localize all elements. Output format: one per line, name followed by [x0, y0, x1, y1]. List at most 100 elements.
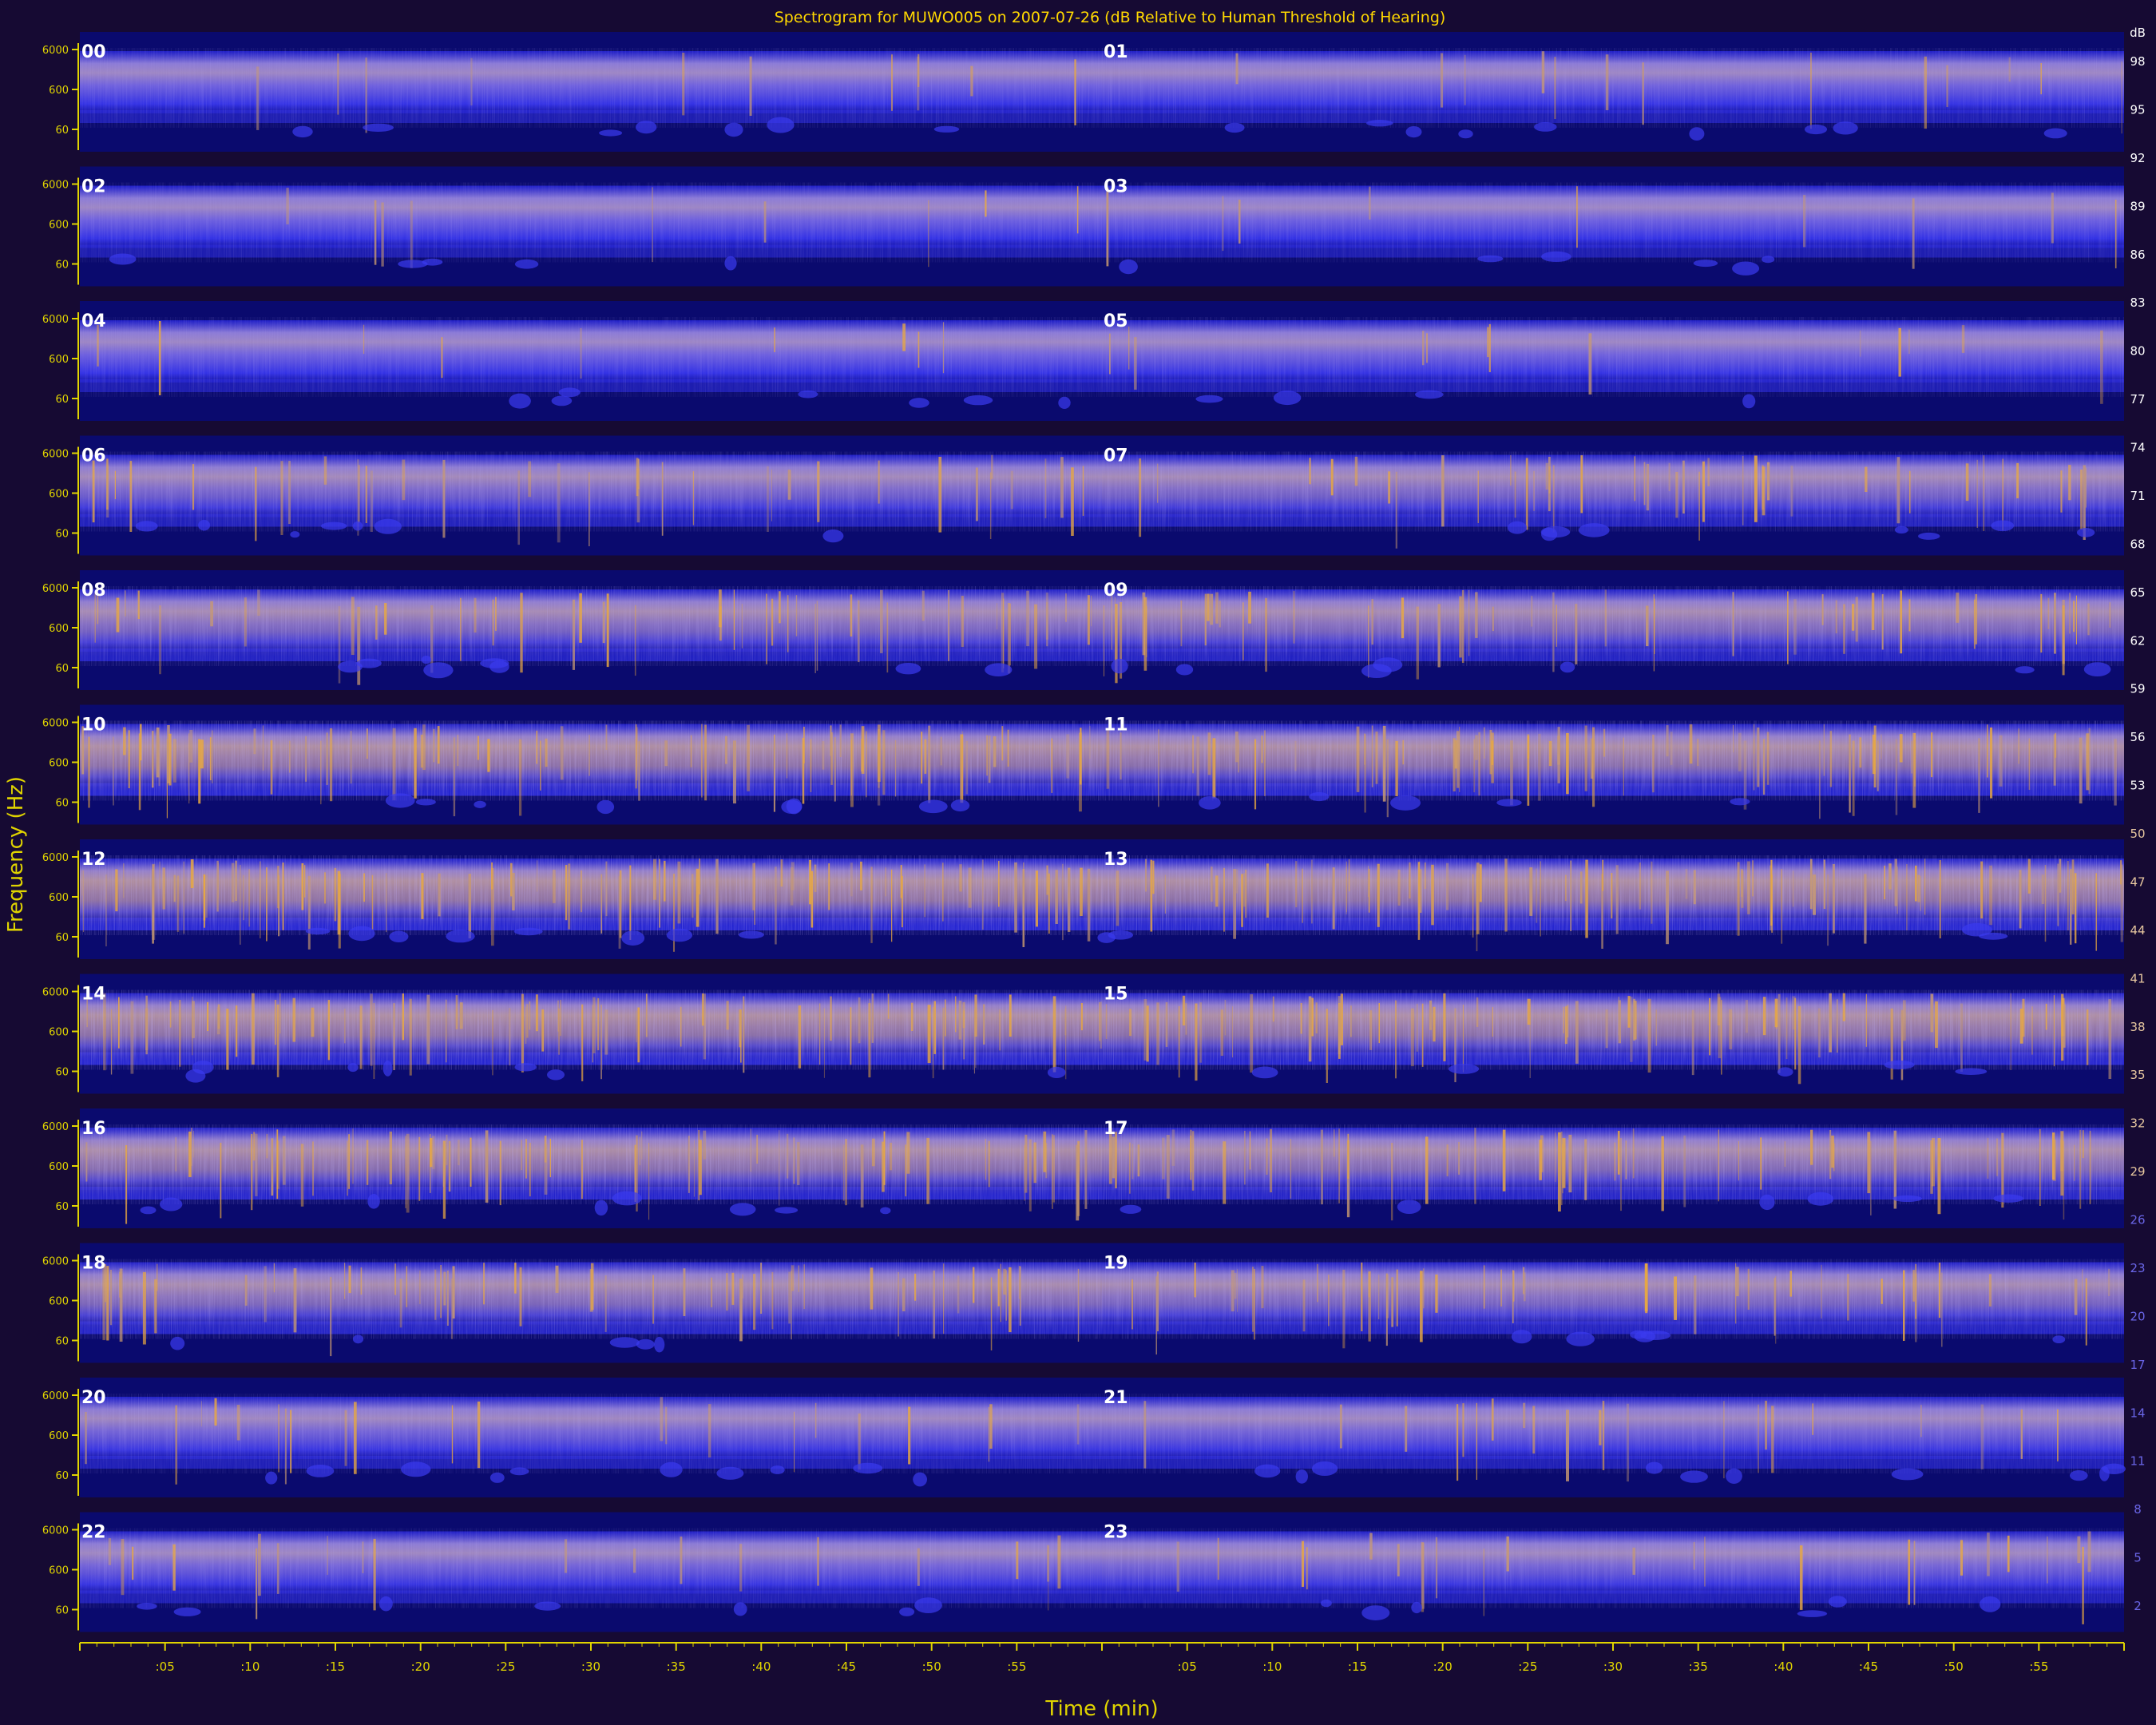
low-frequency-event — [421, 656, 432, 664]
activity-streak — [997, 1268, 1000, 1307]
activity-streak — [580, 327, 582, 379]
activity-streak — [1453, 738, 1456, 791]
activity-streak — [1139, 458, 1142, 537]
activity-streak — [1531, 596, 1533, 627]
activity-streak — [125, 590, 126, 617]
activity-streak — [352, 1128, 354, 1184]
activity-streak — [492, 599, 494, 646]
activity-streak — [817, 461, 820, 522]
low-frequency-event — [716, 1466, 744, 1480]
activity-streak — [525, 1139, 527, 1179]
activity-streak — [1332, 867, 1335, 930]
activity-streak — [1762, 466, 1766, 516]
activity-streak — [1311, 859, 1313, 924]
activity-streak — [1639, 862, 1641, 910]
activity-streak — [945, 999, 946, 1037]
activity-streak — [1194, 1263, 1196, 1298]
colorbar-ticks: 98 95 92 89 86 83 80 77 74 71 68 65 62 59 56 53 50 47 44 41… — [2130, 54, 2145, 1613]
activity-streak — [690, 735, 692, 767]
activity-streak — [183, 861, 185, 934]
activity-streak — [1697, 739, 1699, 766]
low-frequency-event — [401, 1461, 431, 1477]
activity-streak — [1603, 728, 1606, 757]
activity-streak — [664, 860, 666, 902]
activity-streak — [677, 861, 681, 924]
activity-streak — [1211, 866, 1213, 902]
activity-streak — [217, 862, 219, 898]
activity-streak — [262, 725, 264, 771]
activity-streak — [877, 724, 881, 782]
activity-streak — [908, 1406, 911, 1465]
activity-streak — [102, 1264, 106, 1341]
activity-streak — [590, 1263, 594, 1311]
activity-streak — [1871, 593, 1875, 630]
activity-streak — [819, 1003, 821, 1065]
activity-streak — [1320, 1129, 1323, 1205]
activity-streak — [360, 1267, 363, 1295]
activity-streak — [1066, 734, 1070, 779]
spectrogram-figure: Spectrogram for MUWO005 on 2007-07-26 (d… — [4, 9, 2146, 1721]
activity-streak — [572, 599, 575, 670]
activity-streak — [256, 1548, 258, 1620]
activity-streak — [132, 1546, 134, 1580]
activity-streak — [1735, 1267, 1739, 1297]
low-frequency-event — [514, 259, 539, 269]
activity-streak — [928, 725, 931, 803]
activity-streak — [207, 1001, 209, 1031]
activity-streak — [1835, 600, 1837, 634]
activity-streak — [1145, 859, 1147, 892]
activity-streak — [521, 993, 524, 1073]
activity-streak — [2054, 593, 2056, 654]
activity-streak — [754, 862, 755, 925]
activity-streak — [1338, 1128, 1340, 1204]
activity-streak — [519, 1267, 522, 1326]
low-frequency-event — [1828, 1596, 1847, 1608]
activity-streak — [1774, 998, 1778, 1028]
activity-streak — [948, 590, 949, 661]
activity-streak — [1464, 54, 1466, 105]
activity-streak — [1980, 1404, 1984, 1469]
activity-streak — [886, 602, 889, 673]
activity-streak — [981, 859, 984, 930]
activity-streak — [2018, 728, 2019, 764]
activity-streak — [1385, 1274, 1389, 1319]
activity-streak — [2074, 1279, 2078, 1315]
activity-streak — [2087, 1531, 2091, 1572]
low-frequency-event — [1534, 122, 1557, 132]
activity-streak — [393, 1003, 395, 1070]
activity-streak — [1646, 463, 1650, 511]
colorbar-tick-label: 50 — [2130, 827, 2145, 841]
activity-streak — [1556, 605, 1557, 647]
activity-streak — [1361, 1262, 1363, 1331]
activity-streak — [492, 1010, 493, 1076]
activity-streak — [1852, 740, 1855, 816]
activity-streak — [906, 1132, 910, 1174]
activity-streak — [1001, 726, 1004, 761]
activity-streak — [641, 1131, 643, 1160]
activity-streak — [2060, 1131, 2064, 1196]
activity-streak — [664, 740, 668, 767]
activity-streak — [993, 736, 997, 767]
spectral-texture — [80, 317, 1102, 397]
activity-streak — [443, 1271, 446, 1306]
activity-streak — [1580, 455, 1583, 514]
activity-streak — [293, 1268, 297, 1333]
activity-streak — [220, 1142, 222, 1219]
activity-streak — [1052, 1135, 1055, 1203]
activity-streak — [1346, 866, 1347, 914]
activity-streak — [1473, 739, 1476, 793]
activity-streak — [1074, 59, 1076, 125]
activity-streak — [438, 873, 441, 917]
activity-streak — [1753, 724, 1755, 754]
activity-streak — [739, 1009, 742, 1041]
activity-streak — [519, 739, 522, 816]
activity-streak — [1215, 592, 1219, 624]
spectral-texture — [1102, 855, 2124, 935]
activity-streak — [1512, 1270, 1514, 1323]
activity-streak — [1747, 1268, 1750, 1310]
activity-streak — [226, 1009, 229, 1070]
activity-streak — [1234, 1273, 1237, 1299]
activity-streak — [1217, 1537, 1219, 1580]
low-frequency-event — [1361, 1605, 1390, 1620]
activity-streak — [1396, 1269, 1398, 1326]
